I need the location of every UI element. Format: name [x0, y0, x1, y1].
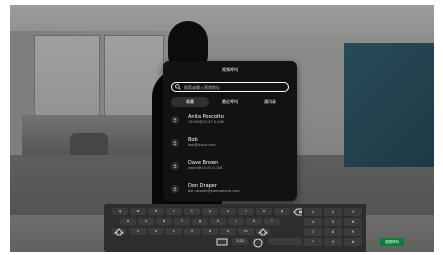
numpad-0[interactable]: 0 [324, 238, 342, 246]
key-a[interactable]: a [120, 218, 136, 225]
shift-icon [258, 228, 268, 236]
numpad-4[interactable]: 4 [304, 218, 322, 226]
user-icon [173, 164, 177, 168]
contact-row[interactable]: Anita Poscotto 74145@10.47.0.108 [171, 114, 289, 132]
key-j[interactable]: j [228, 218, 244, 225]
contact-row[interactable]: Dave Brown yeoro@10.47.0.108 [171, 160, 289, 178]
key-h[interactable]: h [210, 218, 226, 225]
key-v[interactable]: v [184, 228, 200, 235]
numpad-9[interactable]: 9 [344, 228, 362, 236]
key-x[interactable]: x [148, 228, 164, 235]
key-f[interactable]: f [174, 218, 190, 225]
keyboard-icon [216, 238, 228, 246]
key-d[interactable]: d [156, 218, 172, 225]
dialog-title: 视频呼叫 [222, 67, 238, 72]
avatar [171, 185, 179, 193]
key-z[interactable]: z [130, 228, 146, 235]
tab-contacts[interactable]: 通讯录 [251, 97, 289, 107]
key-k[interactable]: k [246, 218, 262, 225]
tab-favorites[interactable]: 收藏 [171, 97, 209, 107]
globe-icon [253, 238, 263, 248]
key-u[interactable]: u [220, 208, 236, 215]
avatar [171, 116, 179, 124]
key-i[interactable]: i [238, 208, 254, 215]
contact-address: yeoro@10.47.0.108 [188, 166, 223, 170]
key-s[interactable]: s [138, 218, 154, 225]
key-b[interactable]: b [202, 228, 218, 235]
key-c[interactable]: c [166, 228, 182, 235]
send-call-button[interactable]: 视频呼叫 [380, 238, 404, 246]
tabs: 收藏 最近呼叫 通讯录 [171, 97, 289, 107]
key-o[interactable]: o [256, 208, 272, 215]
key-l[interactable]: l [264, 218, 280, 225]
user-icon [173, 118, 177, 122]
key-e[interactable]: e [148, 208, 164, 215]
key-y[interactable]: y [202, 208, 218, 215]
key-p[interactable]: p [274, 208, 290, 215]
key-m[interactable]: m [238, 228, 254, 235]
avatar [171, 162, 179, 170]
user-icon [173, 187, 177, 191]
avatar [171, 139, 179, 147]
numpad-5[interactable]: 5 [324, 218, 342, 226]
key-r[interactable]: r [166, 208, 182, 215]
call-dialog: 视频呼叫 搜索或输入视频地址 收藏 最近呼叫 通讯录 Anita Poscott… [163, 61, 297, 201]
contact-address: don.draper@somewhere.com [188, 189, 240, 193]
shift-key[interactable] [256, 228, 270, 236]
numpad-3[interactable]: 3 [344, 208, 362, 216]
keyboard-icon-button[interactable] [216, 238, 228, 246]
numpad-7[interactable]: 7 [304, 228, 322, 236]
contact-address: 74145@10.47.0.108 [188, 120, 224, 124]
user-icon [173, 141, 177, 145]
key-q[interactable]: q [112, 208, 128, 215]
contact-address: bob@disco.com [188, 143, 216, 147]
numpad-star[interactable]: * [304, 238, 322, 246]
tab-recents[interactable]: 最近呼叫 [211, 97, 249, 107]
contact-row[interactable]: Don Draper don.draper@somewhere.com [171, 183, 289, 201]
numpad-hash[interactable]: # [344, 238, 362, 246]
search-icon [175, 84, 181, 90]
numpad-8[interactable]: 8 [324, 228, 342, 236]
numpad: 1 2 3 4 5 6 7 8 9 * 0 # [302, 204, 366, 252]
shift-icon [114, 228, 124, 236]
numpad-1[interactable]: 1 [304, 208, 322, 216]
search-placeholder: 搜索或输入视频地址 [184, 85, 220, 90]
contact-row[interactable]: Bob bob@disco.com [171, 137, 289, 155]
numpad-2[interactable]: 2 [324, 208, 342, 216]
key-g[interactable]: g [192, 218, 208, 225]
key-t[interactable]: t [184, 208, 200, 215]
key-w[interactable]: w [130, 208, 146, 215]
lang-key[interactable]: ?123 [232, 238, 248, 245]
shift-key[interactable] [112, 228, 126, 236]
screen: 视频呼叫 搜索或输入视频地址 收藏 最近呼叫 通讯录 Anita Poscott… [0, 0, 443, 255]
key-n[interactable]: n [220, 228, 236, 235]
search-input[interactable]: 搜索或输入视频地址 [171, 82, 289, 92]
numpad-6[interactable]: 6 [344, 218, 362, 226]
globe-key[interactable] [252, 238, 264, 248]
